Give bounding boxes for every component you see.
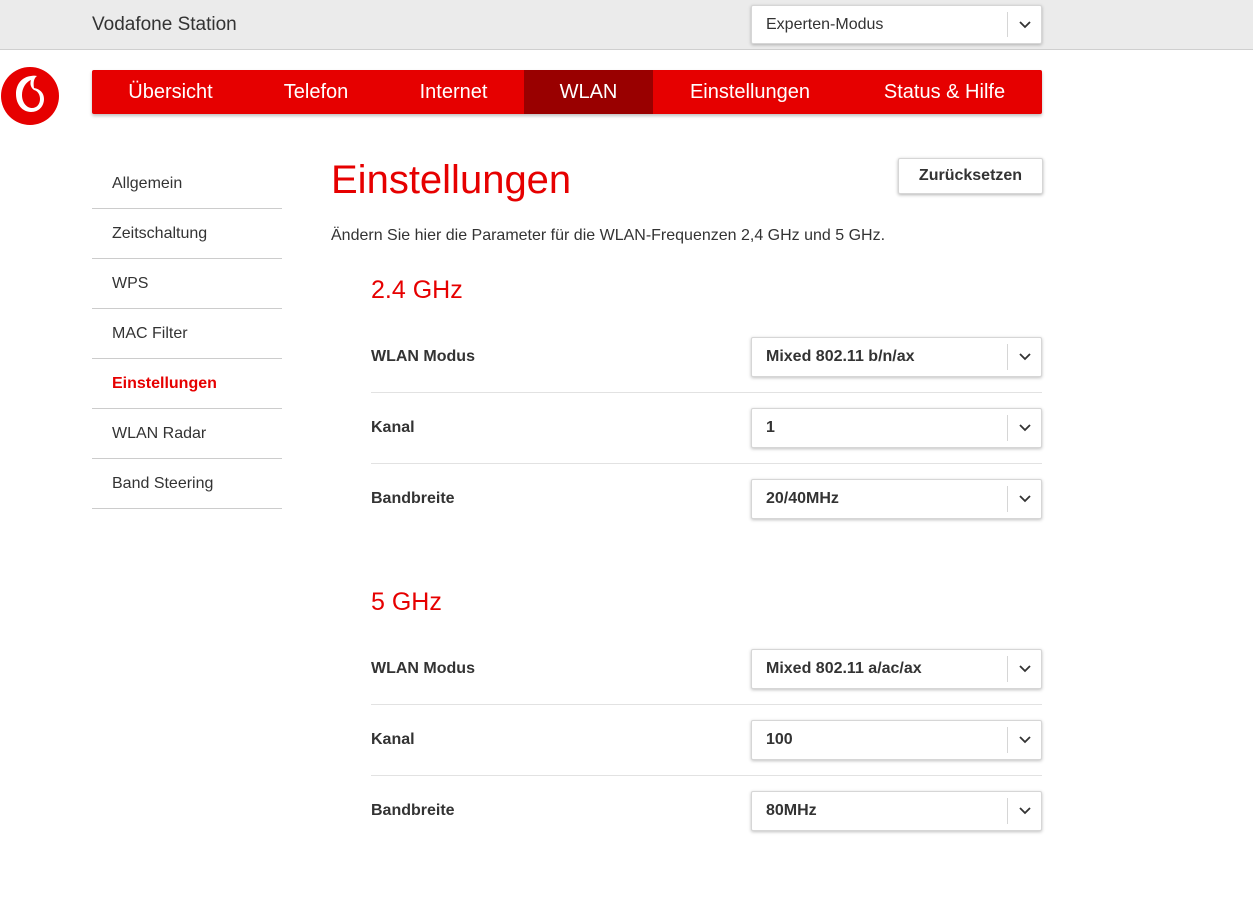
top-bar: Vodafone Station Experten-Modus xyxy=(0,0,1253,50)
sidebar-item-allgemein[interactable]: Allgemein xyxy=(92,159,282,209)
bandbreite-row: Bandbreite 20/40MHz xyxy=(371,464,1042,534)
kanal-value: 1 xyxy=(766,419,775,436)
bandbreite-label: Bandbreite xyxy=(371,490,455,507)
vodafone-logo[interactable] xyxy=(0,66,60,126)
chevron-down-icon[interactable] xyxy=(1007,486,1041,512)
nav-item-wlan[interactable]: WLAN xyxy=(524,70,653,114)
bandbreite-label: Bandbreite xyxy=(371,802,455,819)
kanal-label: Kanal xyxy=(371,731,415,748)
bandbreite-row: Bandbreite 80MHz xyxy=(371,776,1042,846)
sidebar-nav: Allgemein Zeitschaltung WPS MAC Filter E… xyxy=(92,159,282,509)
kanal-row: Kanal 1 xyxy=(371,393,1042,464)
chevron-down-icon[interactable] xyxy=(1007,344,1041,370)
chevron-down-icon[interactable] xyxy=(1007,727,1041,753)
chevron-down-icon[interactable] xyxy=(1007,798,1041,824)
kanal-value: 100 xyxy=(766,731,793,748)
nav-item-status-hilfe[interactable]: Status & Hilfe xyxy=(847,70,1042,114)
wlan-modus-value: Mixed 802.11 a/ac/ax xyxy=(766,660,922,677)
wlan-modus-row: WLAN Modus Mixed 802.11 b/n/ax xyxy=(371,322,1042,393)
page-title: Einstellungen xyxy=(331,158,572,202)
nav-item-uebersicht[interactable]: Übersicht xyxy=(92,70,249,114)
bandbreite-select[interactable]: 20/40MHz xyxy=(751,479,1042,519)
wlan-modus-select[interactable]: Mixed 802.11 a/ac/ax xyxy=(751,649,1042,689)
nav-item-telefon[interactable]: Telefon xyxy=(249,70,383,114)
page-description: Ändern Sie hier die Parameter für die WL… xyxy=(331,227,886,244)
kanal-row: Kanal 100 xyxy=(371,705,1042,776)
reset-button[interactable]: Zurücksetzen xyxy=(898,158,1043,194)
sidebar-item-wps[interactable]: WPS xyxy=(92,259,282,309)
wlan-modus-label: WLAN Modus xyxy=(371,660,475,677)
sidebar-item-band-steering[interactable]: Band Steering xyxy=(92,459,282,509)
sidebar-item-einstellungen[interactable]: Einstellungen xyxy=(92,359,282,409)
app-title: Vodafone Station xyxy=(92,14,237,35)
wlan-modus-select[interactable]: Mixed 802.11 b/n/ax xyxy=(751,337,1042,377)
mode-select[interactable]: Experten-Modus xyxy=(751,5,1042,44)
kanal-select[interactable]: 1 xyxy=(751,408,1042,448)
bandbreite-value: 20/40MHz xyxy=(766,490,839,507)
nav-item-einstellungen[interactable]: Einstellungen xyxy=(653,70,847,114)
section-5-ghz: 5 GHz WLAN Modus Mixed 802.11 a/ac/ax Ka… xyxy=(371,588,1042,846)
wlan-modus-label: WLAN Modus xyxy=(371,348,475,365)
chevron-down-icon[interactable] xyxy=(1007,12,1041,37)
section-title: 5 GHz xyxy=(371,588,442,616)
nav-item-internet[interactable]: Internet xyxy=(383,70,524,114)
sidebar-item-wlan-radar[interactable]: WLAN Radar xyxy=(92,409,282,459)
wlan-modus-row: WLAN Modus Mixed 802.11 a/ac/ax xyxy=(371,634,1042,705)
sidebar-item-mac-filter[interactable]: MAC Filter xyxy=(92,309,282,359)
chevron-down-icon[interactable] xyxy=(1007,415,1041,441)
section-2-4-ghz: 2.4 GHz WLAN Modus Mixed 802.11 b/n/ax K… xyxy=(371,276,1042,534)
section-title: 2.4 GHz xyxy=(371,276,463,304)
kanal-label: Kanal xyxy=(371,419,415,436)
kanal-select[interactable]: 100 xyxy=(751,720,1042,760)
wlan-modus-value: Mixed 802.11 b/n/ax xyxy=(766,348,915,365)
sidebar-item-zeitschaltung[interactable]: Zeitschaltung xyxy=(92,209,282,259)
mode-select-value: Experten-Modus xyxy=(766,15,884,33)
main-nav: Übersicht Telefon Internet WLAN Einstell… xyxy=(92,70,1042,114)
bandbreite-value: 80MHz xyxy=(766,802,817,819)
bandbreite-select[interactable]: 80MHz xyxy=(751,791,1042,831)
chevron-down-icon[interactable] xyxy=(1007,656,1041,682)
